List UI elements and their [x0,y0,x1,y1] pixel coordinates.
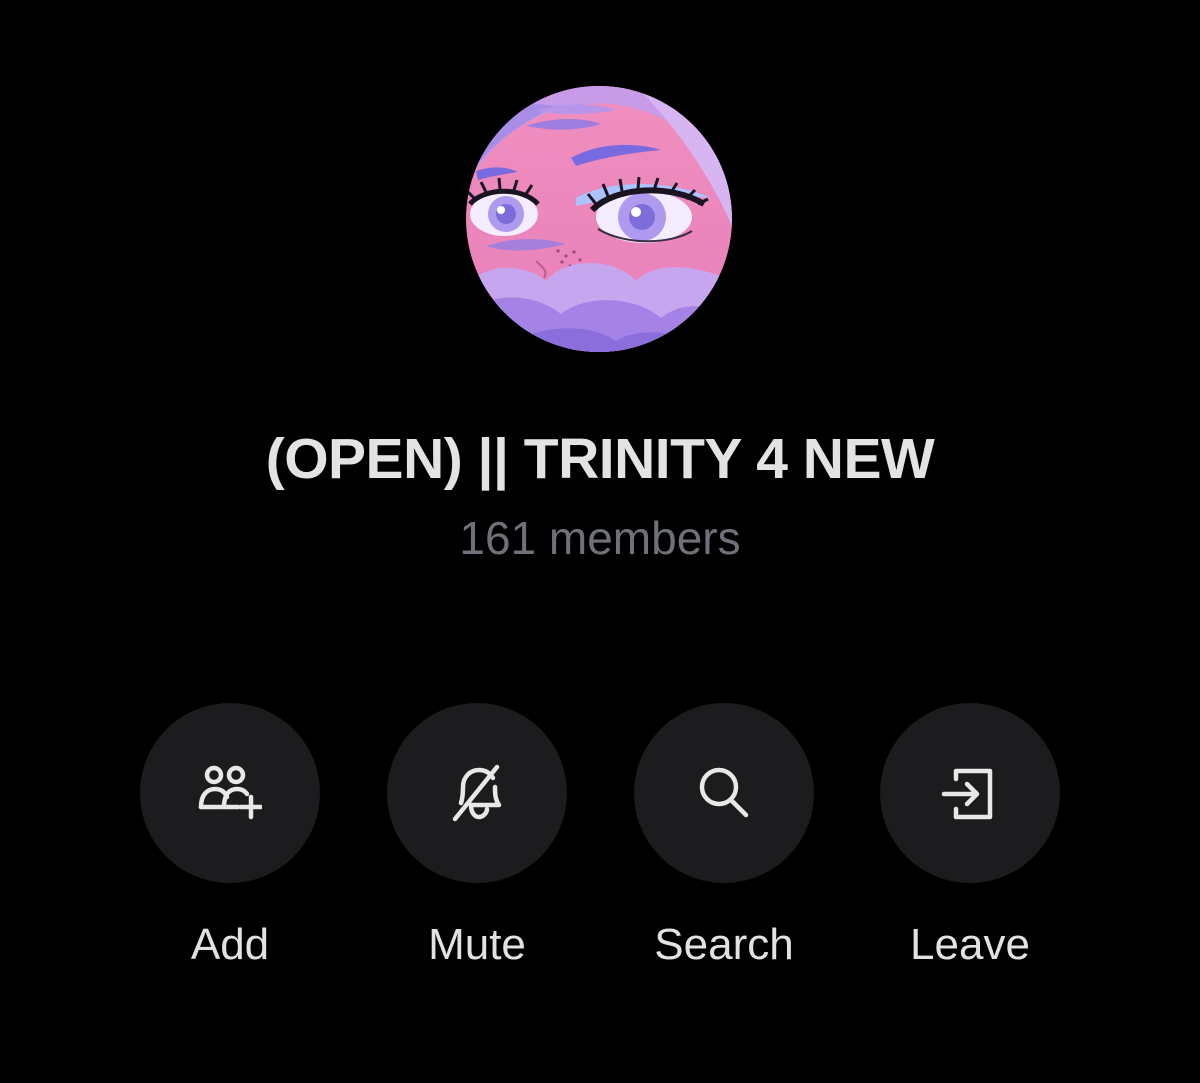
add-action: Add [140,703,320,993]
search-label: Search [654,920,794,969]
add-label: Add [190,920,270,969]
bell-slash-icon [452,764,502,822]
add-members-icon [198,765,262,820]
search-icon [699,767,749,818]
leave-action: Leave [880,703,1060,993]
search-button[interactable] [634,703,814,883]
mute-action: Mute [387,703,567,993]
member-count: 161 members [459,512,741,564]
leave-icon [941,768,993,820]
mute-label: Mute [428,920,526,969]
group-title: (OPEN) || TRINITY 4 NEW [265,427,935,491]
group-avatar[interactable] [466,86,732,352]
leave-button[interactable] [880,703,1060,883]
search-action: Search [634,703,814,993]
add-button[interactable] [140,703,320,883]
anime-eyes-avatar-image [466,86,732,352]
leave-label: Leave [910,920,1030,969]
mute-button[interactable] [387,703,567,883]
